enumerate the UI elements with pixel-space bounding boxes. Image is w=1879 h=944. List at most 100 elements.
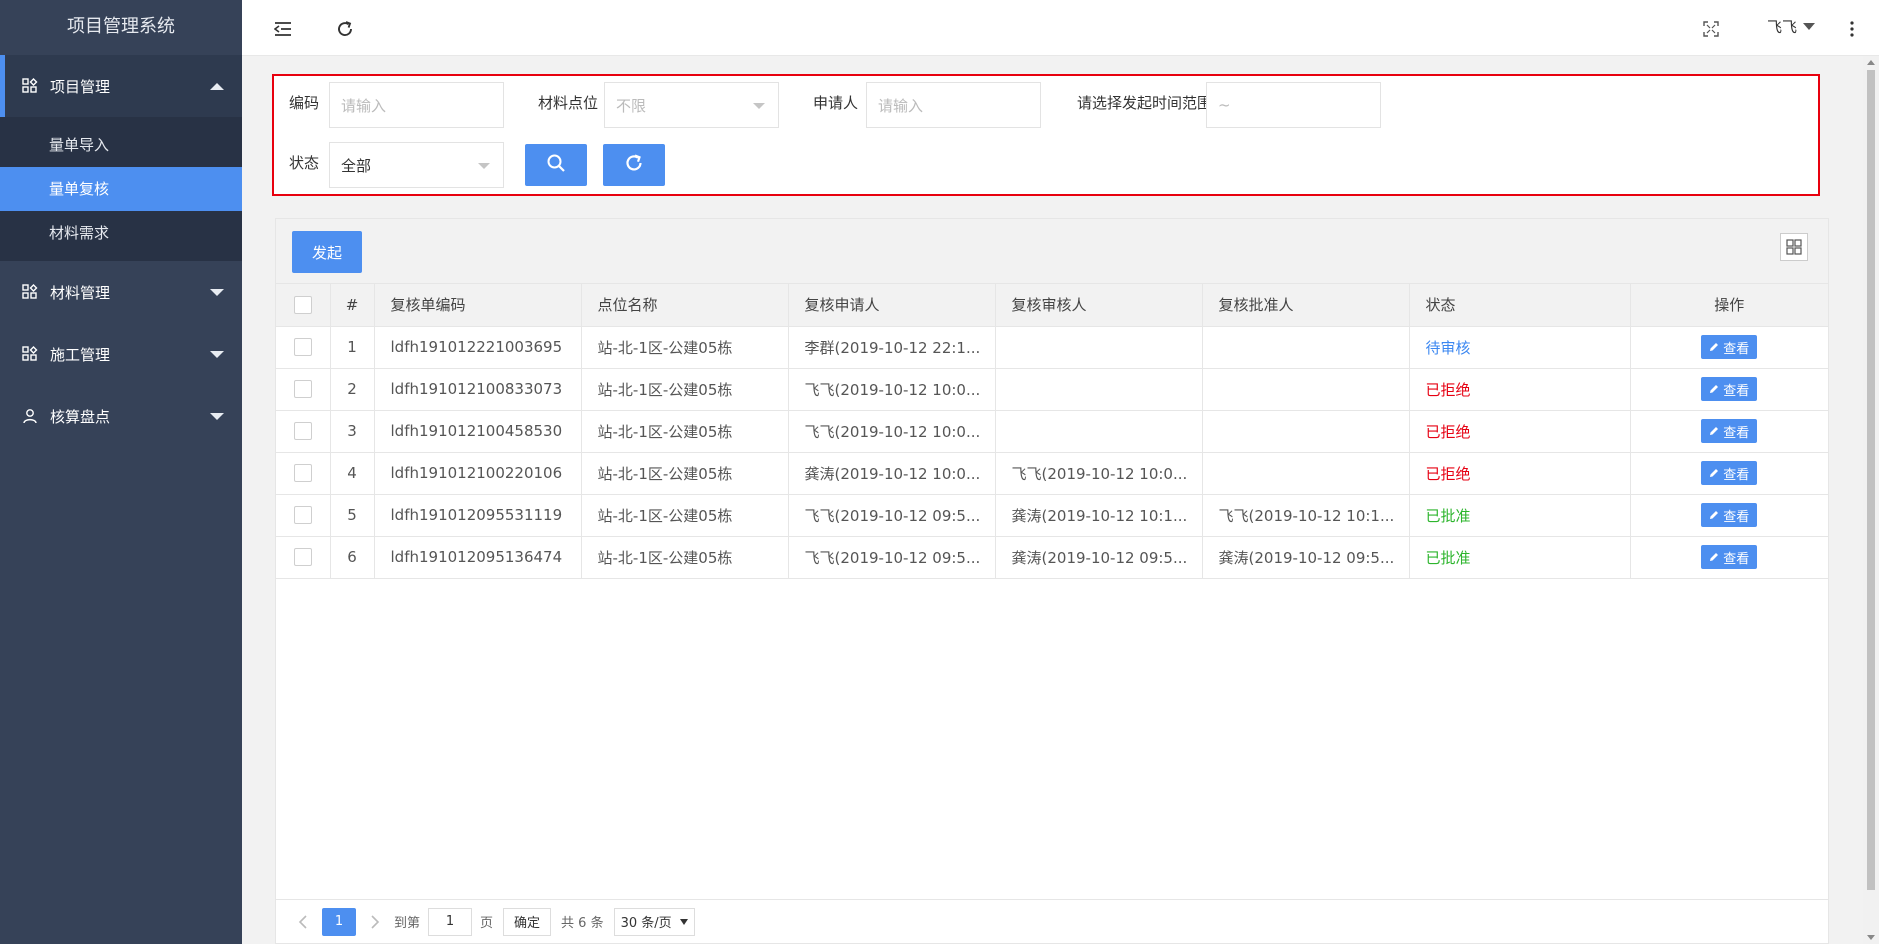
page-number-current[interactable]: 1 (322, 907, 356, 936)
menu-project-management[interactable]: 项目管理 (0, 55, 242, 117)
date-range-input[interactable]: ~ (1206, 82, 1381, 128)
row-action-cell: 查看 (1630, 410, 1828, 453)
select-all-cell[interactable] (276, 284, 331, 327)
row-reviewer (995, 368, 1203, 411)
chevron-down-icon (478, 163, 490, 169)
row-location: 站-北-1区-公建05栋 (581, 410, 789, 453)
row-code: ldfh191012100458530 (374, 410, 582, 453)
code-placeholder: 请输入 (341, 96, 387, 115)
row-code: ldfh191012221003695 (374, 326, 582, 369)
table-header-row: # 复核单编码 点位名称 复核申请人 复核审核人 复核批准人 状态 操作 (276, 284, 1828, 327)
next-page-icon[interactable] (362, 909, 388, 935)
row-reviewer (995, 326, 1203, 369)
status-value: 全部 (341, 156, 372, 175)
reset-button[interactable] (603, 144, 665, 186)
column-settings-icon[interactable] (1780, 233, 1808, 261)
row-reviewer: 龚涛(2019-10-12 10:1... (995, 494, 1203, 537)
refresh-icon[interactable] (334, 18, 356, 40)
row-checkbox[interactable] (293, 380, 312, 399)
row-location: 站-北-1区-公建05栋 (581, 326, 789, 369)
row-action-cell: 查看 (1630, 452, 1828, 495)
code-input[interactable]: 请输入 (329, 82, 504, 128)
page-size-select[interactable]: 30 条/页 (613, 907, 695, 936)
edit-icon (1710, 469, 1719, 477)
status-badge: 已拒绝 (1409, 452, 1631, 495)
edit-icon (1710, 385, 1719, 393)
scrollbar-thumb[interactable] (1867, 70, 1875, 890)
edit-icon (1710, 511, 1719, 519)
collapse-menu-icon[interactable] (272, 18, 294, 40)
menu-material-management[interactable]: 材料管理 (0, 261, 242, 323)
row-select-cell[interactable] (276, 326, 331, 369)
sidebar-item-material-demand[interactable]: 材料需求 (0, 211, 242, 255)
row-select-cell[interactable] (276, 452, 331, 495)
edit-icon (1710, 553, 1719, 561)
view-button[interactable]: 查看 (1701, 503, 1758, 527)
search-button[interactable] (525, 144, 587, 186)
main-content: 编码 请输入 材料点位 不限 申请人 请输入 请选择发起时间范围 ~ 状态 全部 (242, 56, 1863, 944)
table-row: 5 ldfh191012095531119 站-北-1区-公建05栋 飞飞(2019-… (276, 494, 1828, 537)
row-approver (1202, 410, 1410, 453)
select-all-checkbox[interactable] (293, 296, 312, 314)
chevron-up-icon (210, 82, 224, 90)
goto-page-input[interactable]: 1 (428, 907, 473, 936)
row-select-cell[interactable] (276, 536, 331, 579)
scroll-down-icon[interactable] (1867, 935, 1875, 940)
filter-panel: 编码 请输入 材料点位 不限 申请人 请输入 请选择发起时间范围 ~ 状态 全部 (272, 74, 1820, 196)
row-select-cell[interactable] (276, 368, 331, 411)
goto-confirm-button[interactable]: 确定 (503, 907, 552, 936)
menu-group-project: 项目管理 量单导入 量单复核 材料需求 (0, 55, 242, 261)
row-checkbox[interactable] (293, 548, 312, 567)
view-button[interactable]: 查看 (1701, 377, 1758, 401)
applicant-input[interactable]: 请输入 (866, 82, 1041, 128)
start-button[interactable]: 发起 (292, 231, 362, 273)
col-header-status: 状态 (1409, 284, 1631, 327)
row-action-cell: 查看 (1630, 494, 1828, 537)
menu-accounting-inventory[interactable]: 核算盘点 (0, 385, 242, 447)
scroll-up-icon[interactable] (1867, 60, 1875, 65)
view-button[interactable]: 查看 (1701, 545, 1758, 569)
sidebar-item-import[interactable]: 量单导入 (0, 123, 242, 167)
status-badge: 已拒绝 (1409, 410, 1631, 453)
row-index: 2 (330, 368, 375, 411)
row-applicant: 飞飞(2019-10-12 10:0... (788, 410, 996, 453)
view-button[interactable]: 查看 (1701, 419, 1758, 443)
view-button[interactable]: 查看 (1701, 335, 1758, 359)
row-select-cell[interactable] (276, 410, 331, 453)
view-button-label: 查看 (1723, 509, 1750, 525)
location-select[interactable]: 不限 (604, 82, 779, 128)
row-checkbox[interactable] (293, 464, 312, 483)
page-scrollbar[interactable] (1863, 56, 1879, 944)
row-location: 站-北-1区-公建05栋 (581, 536, 789, 579)
status-label: 状态 (289, 154, 320, 172)
status-badge: 待审核 (1409, 326, 1631, 369)
chevron-down-icon (210, 350, 224, 358)
fullscreen-icon[interactable] (1700, 18, 1722, 40)
row-select-cell[interactable] (276, 494, 331, 537)
chevron-down-icon (210, 412, 224, 420)
chevron-down-icon (753, 103, 765, 109)
col-header-index: # (330, 284, 375, 327)
row-applicant: 飞飞(2019-10-12 10:0... (788, 368, 996, 411)
menu-construction-management[interactable]: 施工管理 (0, 323, 242, 385)
status-select[interactable]: 全部 (329, 142, 504, 188)
sidebar-item-review[interactable]: 量单复核 (0, 167, 242, 211)
row-checkbox[interactable] (293, 506, 312, 525)
date-range-value: ~ (1218, 96, 1231, 114)
row-reviewer: 龚涛(2019-10-12 09:5... (995, 536, 1203, 579)
page-size-value: 30 条/页 (620, 916, 672, 931)
col-header-applicant: 复核申请人 (788, 284, 996, 327)
prev-page-icon[interactable] (290, 909, 316, 935)
view-button[interactable]: 查看 (1701, 461, 1758, 485)
view-button-label: 查看 (1723, 467, 1750, 483)
location-label: 材料点位 (538, 94, 599, 112)
user-menu[interactable]: 飞飞 (1767, 16, 1815, 37)
row-checkbox[interactable] (293, 422, 312, 441)
app-title: 项目管理系统 (67, 16, 175, 37)
row-checkbox[interactable] (293, 338, 312, 357)
goto-label: 到第 (394, 916, 421, 931)
table-panel: 发起 # 复核单编码 点位名称 复核申请人 复核审核人 复核批准人 状态 操作 … (275, 218, 1829, 944)
row-applicant: 李群(2019-10-12 22:1... (788, 326, 996, 369)
view-button-label: 查看 (1723, 551, 1750, 567)
more-vertical-icon[interactable] (1841, 18, 1863, 40)
